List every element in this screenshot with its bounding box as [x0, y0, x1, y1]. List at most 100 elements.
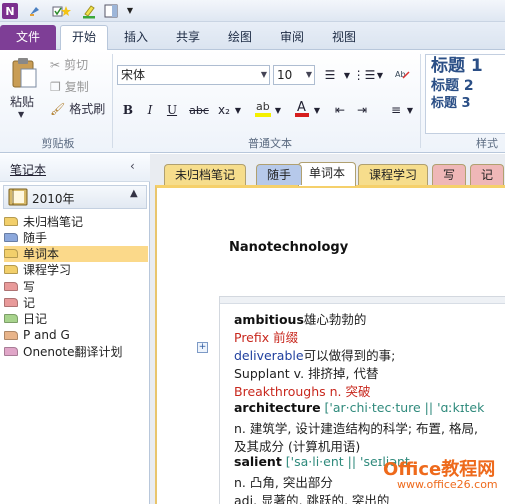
- note-line[interactable]: n. 凸角, 突出部分: [234, 472, 333, 491]
- underline-button[interactable]: U: [162, 100, 182, 120]
- page-title[interactable]: Nanotechnology: [229, 240, 348, 255]
- dock-icon[interactable]: [102, 2, 120, 19]
- section-tab-icon: [4, 314, 18, 324]
- section-tab-icon: [4, 281, 18, 291]
- tab-file[interactable]: 文件: [0, 25, 56, 50]
- strikethrough-button[interactable]: abc: [186, 100, 212, 120]
- paste-dropdown-icon[interactable]: ▼: [18, 110, 24, 119]
- notebook-name: 2010年: [32, 192, 75, 206]
- customize-qat-icon[interactable]: ▼: [124, 2, 136, 19]
- scissors-icon: ✂: [50, 57, 61, 72]
- section-tab-icon: [4, 346, 18, 356]
- section-tab[interactable]: 写: [432, 164, 467, 185]
- style-heading-1[interactable]: 标题 1: [426, 55, 505, 77]
- notebook-2010[interactable]: 2010年 ▲: [3, 185, 147, 209]
- tab-view[interactable]: 视图: [324, 26, 364, 50]
- subscript-dropdown-icon[interactable]: ▼: [233, 100, 243, 120]
- chevron-up-icon[interactable]: ▲: [130, 188, 138, 199]
- section-tab-icon: [4, 330, 18, 340]
- cut-button[interactable]: ✂ 剪切: [50, 56, 88, 73]
- section-label: P and G: [23, 328, 70, 343]
- section-item[interactable]: 未归档笔记: [4, 213, 148, 229]
- tab-draw[interactable]: 绘图: [220, 26, 260, 50]
- section-item[interactable]: Onenote翻译计划: [4, 343, 148, 359]
- tab-insert[interactable]: 插入: [116, 26, 156, 50]
- highlighter-icon[interactable]: [80, 2, 98, 19]
- paste-icon[interactable]: [8, 56, 40, 90]
- section-tab-icon: [4, 249, 18, 259]
- section-tab[interactable]: 未归档笔记: [164, 164, 247, 185]
- highlight-color-icon[interactable]: ab: [253, 98, 273, 118]
- section-tab[interactable]: 记: [470, 164, 505, 185]
- section-tab[interactable]: 单词本: [298, 162, 357, 186]
- nav-header: 笔记本 ‹: [0, 154, 150, 182]
- style-heading-2[interactable]: 标题 2: [426, 77, 505, 95]
- container-handle[interactable]: [220, 297, 505, 304]
- brush-icon: 🖌: [50, 101, 66, 116]
- styles-gallery[interactable]: 标题 1 标题 2 标题 3: [425, 54, 505, 134]
- section-item[interactable]: 记: [4, 295, 148, 311]
- clear-format-icon[interactable]: Ab: [393, 65, 413, 85]
- numbering-dropdown-icon[interactable]: ▼: [375, 65, 385, 85]
- note-line[interactable]: 及其成分 (计算机用语): [234, 436, 360, 455]
- nav-title: 笔记本: [10, 163, 47, 177]
- section-item[interactable]: 单词本: [4, 245, 148, 262]
- note-line[interactable]: deliverable可以做得到的事;: [234, 345, 395, 364]
- align-dropdown-icon[interactable]: ▼: [405, 100, 415, 120]
- increase-indent-icon[interactable]: ⇥: [352, 100, 372, 120]
- section-tab-icon: [4, 265, 18, 275]
- bullets-dropdown-icon[interactable]: ▼: [342, 65, 352, 85]
- ribbon-tabs: 文件 开始 插入 共享 绘图 审阅 视图: [0, 22, 505, 50]
- align-icon[interactable]: ≡: [386, 100, 406, 120]
- note-line[interactable]: Breakthroughs n. 突破: [234, 381, 371, 400]
- paste-button[interactable]: 粘贴: [10, 93, 34, 110]
- note-line[interactable]: adj. 显著的, 跳跃的, 突出的: [234, 490, 389, 504]
- note-line[interactable]: Prefix 前缀: [234, 327, 298, 346]
- format-painter-button[interactable]: 🖌 格式刷: [50, 100, 105, 117]
- section-item[interactable]: 日记: [4, 311, 148, 327]
- onenote-logo-icon: N: [2, 3, 18, 19]
- quick-access-toolbar: N ▼: [0, 0, 505, 22]
- tab-review[interactable]: 审阅: [272, 26, 312, 50]
- section-label: 日记: [23, 312, 48, 327]
- section-item[interactable]: 写: [4, 278, 148, 294]
- section-tab[interactable]: 随手: [256, 164, 303, 185]
- section-label: 单词本: [23, 247, 60, 262]
- decrease-indent-icon[interactable]: ⇤: [330, 100, 350, 120]
- copy-button[interactable]: ❐ 复制: [50, 78, 89, 95]
- style-heading-3[interactable]: 标题 3: [426, 95, 505, 113]
- note-line[interactable]: ambitious雄心勃勃的: [234, 309, 366, 328]
- section-item[interactable]: 课程学习: [4, 262, 148, 278]
- chevron-down-icon: ▼: [260, 70, 267, 79]
- tag-star-icon[interactable]: [50, 2, 74, 19]
- separator: [420, 54, 421, 148]
- section-tab-icon: [4, 216, 18, 226]
- collapse-nav-icon[interactable]: ‹: [130, 159, 135, 173]
- section-item[interactable]: 随手: [4, 229, 148, 245]
- bold-button[interactable]: B: [118, 100, 138, 120]
- font-name-combo[interactable]: 宋体 ▼: [117, 65, 270, 85]
- bullets-icon[interactable]: ☰: [320, 65, 340, 85]
- font-color-dropdown-icon[interactable]: ▼: [312, 100, 322, 120]
- tab-share[interactable]: 共享: [168, 26, 208, 50]
- tab-home[interactable]: 开始: [60, 25, 108, 50]
- expand-icon[interactable]: +: [197, 342, 208, 353]
- chevron-down-icon: ▼: [305, 70, 312, 79]
- ribbon: 粘贴 ▼ ✂ 剪切 ❐ 复制 🖌 格式刷 剪贴板 宋体 ▼ 10 ▼ ☰ ▼ ⋮☰ ▼ A…: [0, 50, 505, 153]
- section-label: 记: [23, 296, 36, 310]
- section-tab[interactable]: 课程学习: [358, 164, 429, 185]
- cut-label: 剪切: [64, 58, 89, 72]
- note-line[interactable]: n. 建筑学, 设计建造结构的科学; 布置, 格局,: [234, 418, 478, 437]
- highlight-dropdown-icon[interactable]: ▼: [273, 100, 283, 120]
- font-size-combo[interactable]: 10 ▼: [273, 65, 315, 85]
- subscript-button[interactable]: x₂: [214, 100, 234, 120]
- note-line[interactable]: Supplant v. 排挤掉, 代替: [234, 363, 378, 382]
- sync-icon[interactable]: [26, 2, 44, 19]
- section-label: Onenote翻译计划: [23, 344, 123, 359]
- numbering-icon[interactable]: ⋮☰: [353, 65, 376, 85]
- italic-button[interactable]: I: [140, 100, 160, 120]
- section-item[interactable]: P and G: [4, 327, 148, 343]
- font-group-label: 普通文本: [248, 137, 292, 150]
- font-color-icon[interactable]: A: [292, 98, 312, 118]
- note-line[interactable]: architecture ['ar·chi·tec·ture || 'ɑːkɪt…: [234, 400, 484, 415]
